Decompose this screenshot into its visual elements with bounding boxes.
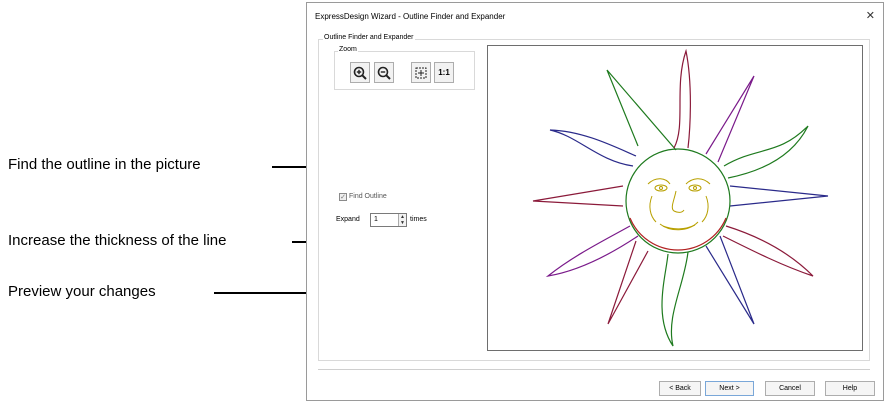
actual-size-button[interactable]: 1:1 <box>434 62 454 83</box>
find-outline-checkbox[interactable]: ✓ <box>339 193 347 201</box>
sun-preview-image <box>532 48 829 347</box>
zoom-in-icon <box>353 66 367 80</box>
expand-value: 1 <box>374 216 378 223</box>
callout-preview: Preview your changes <box>8 283 156 300</box>
group-label: Outline Finder and Expander <box>323 34 415 41</box>
zoom-in-button[interactable] <box>350 62 370 83</box>
expand-label: Expand <box>336 216 360 223</box>
expand-spinner[interactable]: 1 ▲ ▼ <box>370 213 407 227</box>
fit-to-window-icon <box>415 67 427 78</box>
back-button[interactable]: < Back <box>659 381 701 396</box>
next-button[interactable]: Next > <box>705 381 754 396</box>
zoom-out-icon <box>377 66 391 80</box>
find-outline-label: Find Outline <box>349 193 387 200</box>
spinner-arrows-icon[interactable]: ▲ ▼ <box>398 214 406 226</box>
zoom-label: Zoom <box>338 46 358 53</box>
fit-to-window-button[interactable] <box>411 62 431 83</box>
preview-pane <box>487 45 863 351</box>
footer-divider <box>318 369 870 370</box>
callout-increase-thickness: Increase the thickness of the line <box>8 232 227 249</box>
actual-size-label: 1:1 <box>438 68 450 77</box>
dialog-title: ExpressDesign Wizard - Outline Finder an… <box>315 12 506 21</box>
help-button[interactable]: Help <box>825 381 875 396</box>
cancel-button[interactable]: Cancel <box>765 381 815 396</box>
close-icon[interactable]: ✕ <box>866 9 875 22</box>
callout-find-outline: Find the outline in the picture <box>8 156 201 173</box>
wizard-dialog: ExpressDesign Wizard - Outline Finder an… <box>306 2 884 401</box>
zoom-out-button[interactable] <box>374 62 394 83</box>
times-label: times <box>410 216 427 223</box>
